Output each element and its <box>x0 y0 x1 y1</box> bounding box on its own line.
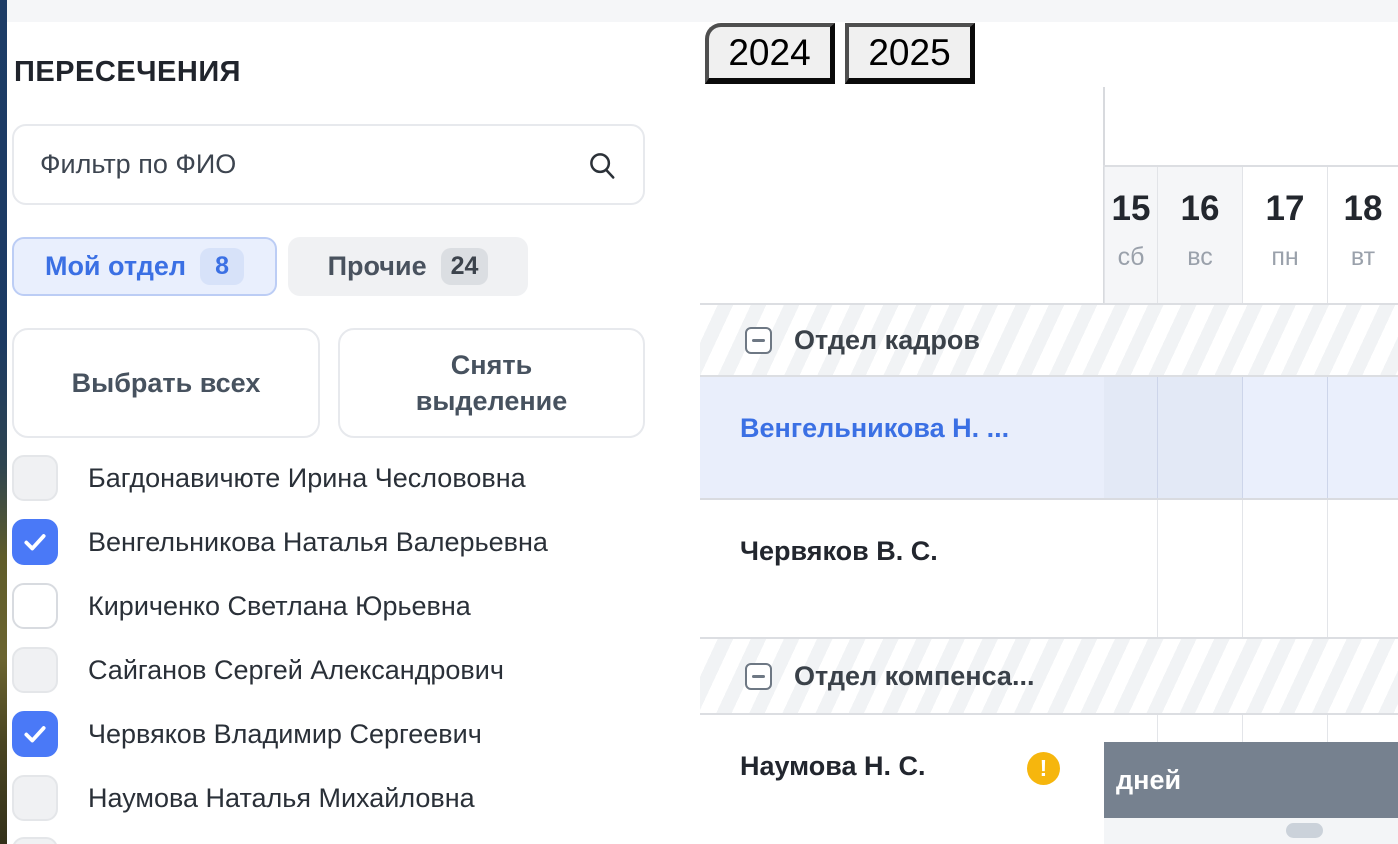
grid-cell <box>1327 377 1398 498</box>
background-window-edge <box>0 0 7 844</box>
day-header: 16 вс <box>1157 167 1242 303</box>
checkbox-checked[interactable] <box>12 519 58 565</box>
day-header: 18 вт <box>1327 167 1398 303</box>
group-row-hr-department[interactable]: Отдел кадров <box>700 303 1398 377</box>
check-icon <box>22 721 48 747</box>
scrollbar-thumb[interactable] <box>1286 823 1323 838</box>
group-row-compensation-department[interactable]: Отдел компенса... <box>700 637 1398 715</box>
timeline-person-name[interactable]: Венгельникова Н. ... <box>740 413 1009 444</box>
grid-cell <box>1104 377 1157 498</box>
list-item[interactable]: Червяков Владимир Сергеевич <box>12 711 652 757</box>
search-icon <box>587 150 617 180</box>
tab-label: Прочие <box>328 251 427 282</box>
checkbox-disabled[interactable] <box>12 455 58 501</box>
warning-icon: ! <box>1027 752 1060 785</box>
checkbox-disabled[interactable] <box>12 775 58 821</box>
checkbox-disabled[interactable] <box>12 837 58 844</box>
person-name: Червяков Владимир Сергеевич <box>88 719 482 750</box>
top-bar <box>7 0 1398 22</box>
grid-line <box>1327 500 1328 637</box>
tab-my-department[interactable]: Мой отдел 8 <box>12 237 277 296</box>
checkbox-checked[interactable] <box>12 711 58 757</box>
collapse-icon[interactable] <box>745 327 772 354</box>
list-item[interactable]: Кириченко Светлана Юрьевна <box>12 583 652 629</box>
list-item[interactable]: Сайганов Сергей Александрович <box>12 647 652 693</box>
fio-filter-field[interactable] <box>12 124 645 205</box>
select-all-button[interactable]: Выбрать всех <box>12 328 320 438</box>
day-number: 15 <box>1112 189 1151 229</box>
person-name: Сайганов Сергей Александрович <box>88 655 504 686</box>
timeline-row[interactable]: Червяков В. С. Согласов <box>700 500 1398 637</box>
person-name: Багдонавичюте Ирина Чеслововна <box>88 463 526 494</box>
list-item[interactable]: Багдонавичюте Ирина Чеслововна <box>12 455 652 501</box>
clear-selection-button[interactable]: Снять выделение <box>338 328 645 438</box>
checkbox-unchecked[interactable] <box>12 583 58 629</box>
timeline-person-name: Наумова Н. С. <box>740 751 926 782</box>
grid-line <box>1242 500 1243 637</box>
grid-line <box>1157 500 1158 637</box>
day-of-week: вт <box>1351 243 1375 272</box>
collapse-icon[interactable] <box>745 663 772 690</box>
horizontal-scrollbar[interactable] <box>1104 818 1398 844</box>
year-button-2025[interactable]: 2025 <box>845 23 975 84</box>
fio-filter-input[interactable] <box>14 149 587 180</box>
day-header: 17 пн <box>1242 167 1327 303</box>
tab-count-badge: 8 <box>200 248 244 285</box>
timeline-grid-cells <box>1104 377 1398 498</box>
day-number: 16 <box>1181 189 1220 229</box>
tab-label: Мой отдел <box>45 251 186 282</box>
list-item[interactable]: Венгельникова Наталья Валерьевна <box>12 519 652 565</box>
tab-count-badge: 24 <box>441 248 489 285</box>
check-icon <box>22 529 48 555</box>
grid-line <box>1157 715 1158 742</box>
grid-cell <box>1242 377 1327 498</box>
timeline-person-name: Червяков В. С. <box>740 536 938 567</box>
person-name: Наумова Наталья Михайловна <box>88 783 475 814</box>
year-button-2024[interactable]: 2024 <box>705 23 835 84</box>
grid-cell <box>1157 377 1242 498</box>
person-name: Венгельникова Наталья Валерьевна <box>88 527 548 558</box>
day-number: 18 <box>1344 189 1383 229</box>
person-name: Кириченко Светлана Юрьевна <box>88 591 471 622</box>
checkbox-disabled[interactable] <box>12 647 58 693</box>
list-item[interactable]: Наумова Наталья Михайловна <box>12 775 652 821</box>
list-item[interactable] <box>12 837 652 844</box>
timeline-row-selected[interactable]: Венгельникова Н. ... <box>700 377 1398 500</box>
day-of-week: пн <box>1271 243 1298 272</box>
grid-line <box>1242 715 1243 742</box>
tab-others[interactable]: Прочие 24 <box>288 237 528 296</box>
day-of-week: сб <box>1118 243 1145 272</box>
timeline-row[interactable]: Наумова Н. С. ! дней <box>700 715 1398 844</box>
day-number: 17 <box>1266 189 1305 229</box>
day-of-week: вс <box>1187 243 1213 272</box>
group-label: Отдел кадров <box>794 325 980 356</box>
app-root: ПЕРЕСЕЧЕНИЯ Мой отдел 8 Прочие 24 Выбрат… <box>0 0 1398 844</box>
grid-line <box>1327 715 1328 742</box>
page-title: ПЕРЕСЕЧЕНИЯ <box>14 56 241 89</box>
timeline-grid-cells: Согласов <box>1104 500 1398 637</box>
group-label: Отдел компенса... <box>794 661 1034 692</box>
vacation-bar-duration[interactable]: дней <box>1104 742 1398 818</box>
day-header: 15 сб <box>1104 167 1157 303</box>
